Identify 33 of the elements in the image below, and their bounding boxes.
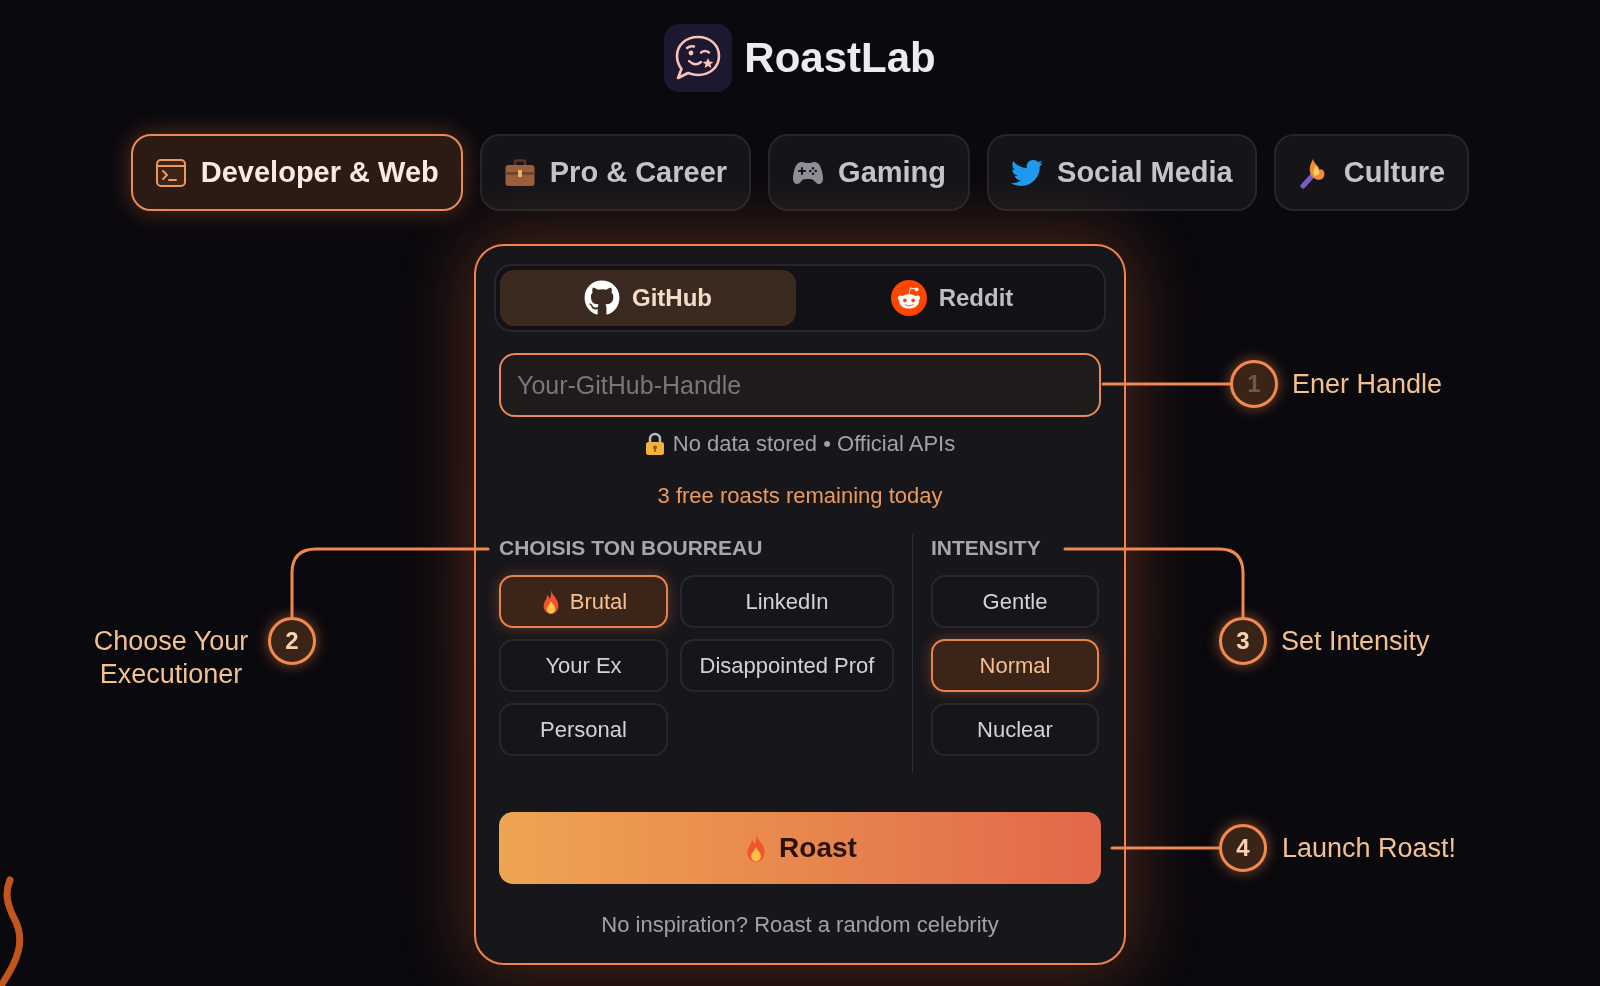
terminal-window-icon [154,156,187,189]
option-button[interactable]: Personal [499,703,668,756]
callout-label: Set Intensity [1281,625,1430,658]
padlock-icon [644,432,665,456]
option-button[interactable]: Brutal [499,575,668,628]
category-tab[interactable]: Social Media [987,134,1257,211]
category-tab[interactable]: Pro & Career [479,134,752,211]
handle-input[interactable]: Your-GitHub-Handle [499,353,1101,417]
category-tab[interactable]: Gaming [768,134,971,211]
section-heading: INTENSITY [931,535,1041,561]
reddit-logo-icon [890,280,927,316]
platform-tab[interactable]: Reddit [804,270,1100,326]
option-button[interactable]: Disappointed Prof [680,639,894,692]
briefcase-icon [503,156,536,189]
category-tab[interactable]: Culture [1273,134,1470,211]
platform-tab[interactable]: GitHub [500,270,796,326]
random-celebrity-link[interactable]: No inspiration? Roast a random celebrity [601,911,999,939]
callout-label: Choose Your Executioner [92,625,250,691]
section-heading: CHOISIS TON BOURREAU [499,535,763,561]
option-button[interactable]: Gentle [931,575,1099,628]
app-title: RoastLab [744,33,936,83]
privacy-note: No data stored • Official APIs [672,430,956,458]
callout-label: Launch Roast! [1282,832,1457,865]
github-logo-icon [584,280,620,316]
option-button[interactable]: Your Ex [499,639,668,692]
roast-button[interactable]: Roast [499,812,1101,884]
callout-label: Ener Handle [1292,368,1443,401]
winking-chat-bubble-logo-icon [664,24,733,92]
option-button[interactable]: LinkedIn [680,575,894,628]
remaining-roasts-note: 3 free roasts remaining today [657,482,943,510]
category-tab[interactable]: Developer & Web [130,134,463,211]
option-button[interactable]: Nuclear [931,703,1099,756]
option-button[interactable]: Normal [931,639,1099,692]
